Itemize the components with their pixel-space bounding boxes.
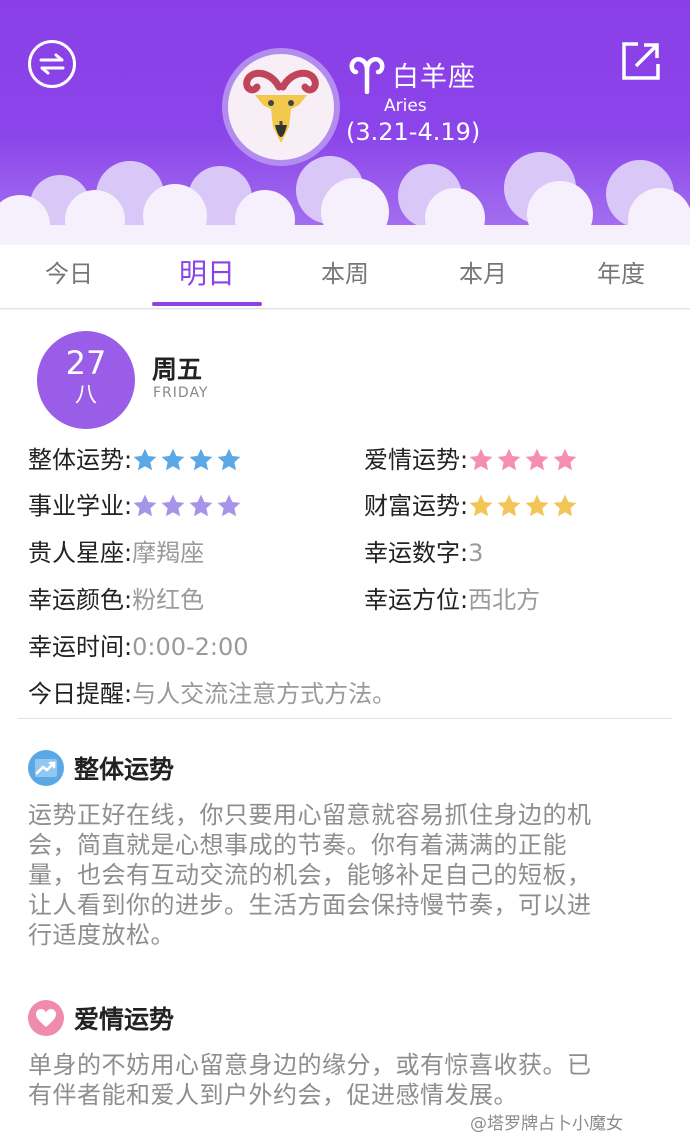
lucky-number-value: 3 bbox=[468, 539, 484, 567]
overall-section-title: 整体运势 bbox=[74, 755, 175, 784]
weekday: 周五 bbox=[152, 355, 203, 384]
love-text-line: 单身的不妨用心留意身边的缘分，或有惊喜收获。已 bbox=[28, 1051, 592, 1079]
overall-text-line: 行适度放松。 bbox=[28, 921, 175, 949]
star-icon bbox=[217, 448, 241, 471]
noble-sign-label: 贵人星座: bbox=[28, 539, 133, 567]
lucky-color-label: 幸运颜色: bbox=[28, 586, 133, 614]
date-badge: 27 八 bbox=[37, 331, 135, 429]
overall-section-text: 运势正好在线，你只要用心留意就容易抓住身边的机 会，简直就是心想事成的节奏。你有… bbox=[28, 800, 668, 950]
overall-text-line: 量，也会有互动交流的机会，能够补足自己的短板， bbox=[28, 861, 592, 889]
fortune-content: 27 八 周五 FRIDAY 整体运势: 爱情运势: 事业学业: 财富运势: 贵… bbox=[0, 310, 690, 1141]
daily-reminder: 今日提醒:与人交流注意方式方法。 bbox=[28, 678, 396, 710]
sign-date-range: (3.21-4.19) bbox=[346, 118, 481, 146]
love-section-header: 爱情运势 bbox=[28, 1000, 174, 1036]
header: 白羊座 Aries (3.21-4.19) bbox=[0, 0, 690, 245]
overall-rating-label: 整体运势: bbox=[28, 446, 133, 474]
noble-sign-value: 摩羯座 bbox=[132, 539, 205, 567]
love-text-line: 有伴者能和爱人到户外约会，促进感情发展。 bbox=[28, 1081, 518, 1109]
weekday-english: FRIDAY bbox=[153, 385, 209, 401]
love-section-title: 爱情运势 bbox=[74, 1005, 175, 1034]
career-stars bbox=[132, 490, 244, 522]
trend-chart-icon bbox=[28, 750, 64, 786]
tab-year[interactable]: 年度 bbox=[552, 245, 690, 308]
lucky-direction-value: 西北方 bbox=[468, 586, 541, 614]
love-rating: 爱情运势: bbox=[364, 444, 580, 476]
sign-title: 白羊座 bbox=[348, 52, 476, 96]
lucky-number: 幸运数字:3 bbox=[364, 537, 483, 569]
lucky-color-value: 粉红色 bbox=[132, 586, 205, 614]
tab-week[interactable]: 本周 bbox=[276, 245, 414, 308]
cloud-decoration bbox=[0, 152, 690, 245]
wealth-rating: 财富运势: bbox=[364, 490, 580, 522]
period-tabs: 今日 明日 本周 本月 年度 bbox=[0, 245, 690, 309]
love-rating-label: 爱情运势: bbox=[364, 446, 469, 474]
star-icon bbox=[553, 494, 577, 517]
love-section-text: 单身的不妨用心留意身边的缘分，或有惊喜收获。已 有伴者能和爱人到户外约会，促进感… bbox=[28, 1050, 668, 1110]
tab-today[interactable]: 今日 bbox=[0, 245, 138, 308]
star-icon bbox=[189, 494, 213, 517]
share-button[interactable] bbox=[620, 40, 662, 82]
lucky-time-value: 0:00-2:00 bbox=[132, 633, 249, 661]
star-icon bbox=[553, 448, 577, 471]
daily-reminder-value: 与人交流注意方式方法。 bbox=[132, 680, 397, 708]
career-rating-label: 事业学业: bbox=[28, 492, 133, 520]
lucky-time-label: 幸运时间: bbox=[28, 633, 133, 661]
star-icon bbox=[217, 494, 241, 517]
star-icon bbox=[469, 494, 493, 517]
zodiac-avatar bbox=[222, 48, 340, 166]
star-icon bbox=[497, 494, 521, 517]
sign-english-name: Aries bbox=[384, 96, 427, 116]
date-day: 27 bbox=[65, 344, 107, 382]
star-icon bbox=[497, 448, 521, 471]
overall-stars bbox=[132, 444, 244, 476]
star-icon bbox=[525, 448, 549, 471]
overall-section-header: 整体运势 bbox=[28, 750, 174, 786]
heart-icon bbox=[28, 1000, 64, 1036]
tab-tomorrow[interactable]: 明日 bbox=[138, 245, 276, 308]
wealth-rating-label: 财富运势: bbox=[364, 492, 469, 520]
sign-name: 白羊座 bbox=[392, 61, 476, 93]
divider bbox=[18, 718, 672, 719]
star-icon bbox=[133, 494, 157, 517]
star-icon bbox=[133, 448, 157, 471]
star-icon bbox=[189, 448, 213, 471]
wealth-stars bbox=[468, 490, 580, 522]
star-icon bbox=[161, 494, 185, 517]
lucky-direction: 幸运方位:西北方 bbox=[364, 584, 540, 616]
overall-text-line: 让人看到你的进步。生活方面会保持慢节奏，可以进 bbox=[28, 891, 592, 919]
tab-month[interactable]: 本月 bbox=[414, 245, 552, 308]
overall-text-line: 运势正好在线，你只要用心留意就容易抓住身边的机 bbox=[28, 801, 592, 829]
switch-sign-button[interactable] bbox=[28, 40, 76, 88]
date-lunar: 八 bbox=[74, 383, 97, 408]
star-icon bbox=[525, 494, 549, 517]
lucky-time: 幸运时间:0:00-2:00 bbox=[28, 631, 249, 663]
swap-arrows-icon bbox=[39, 53, 65, 75]
star-icon bbox=[161, 448, 185, 471]
lucky-number-label: 幸运数字: bbox=[364, 539, 469, 567]
love-stars bbox=[468, 444, 580, 476]
watermark: @塔罗牌占卜小魔女 bbox=[470, 1114, 623, 1134]
overall-rating: 整体运势: bbox=[28, 444, 244, 476]
lucky-direction-label: 幸运方位: bbox=[364, 586, 469, 614]
noble-sign: 贵人星座:摩羯座 bbox=[28, 537, 204, 569]
aries-glyph-icon bbox=[349, 57, 385, 94]
lucky-color: 幸运颜色:粉红色 bbox=[28, 584, 204, 616]
daily-reminder-label: 今日提醒: bbox=[28, 680, 133, 708]
ram-icon bbox=[243, 69, 319, 143]
career-rating: 事业学业: bbox=[28, 490, 244, 522]
overall-text-line: 会，简直就是心想事成的节奏。你有着满满的正能 bbox=[28, 831, 567, 859]
star-icon bbox=[469, 448, 493, 471]
